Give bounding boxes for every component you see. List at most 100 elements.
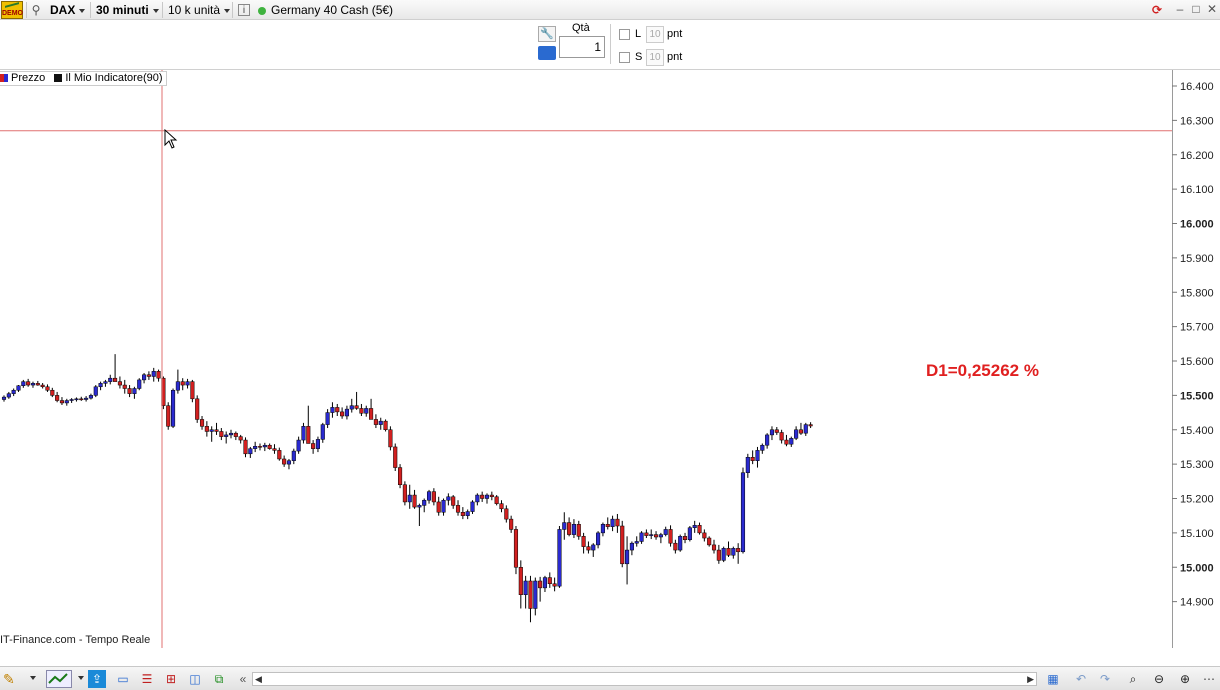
- undo-icon[interactable]: ↶: [1072, 670, 1090, 688]
- candle-down: [238, 436, 243, 441]
- candle-up: [344, 408, 349, 417]
- redo-icon[interactable]: ↷: [1096, 670, 1114, 688]
- zoom-fit-icon[interactable]: ⌕: [1124, 670, 1142, 688]
- candle-down: [214, 429, 219, 432]
- candle-down: [736, 548, 741, 553]
- price-tick-label: 16.300: [1180, 115, 1214, 127]
- candle-up: [446, 496, 451, 501]
- price-swatch: [0, 74, 8, 82]
- plot-background: [0, 70, 1172, 648]
- candle-up: [209, 429, 214, 432]
- limit-points-input[interactable]: 10: [646, 26, 664, 43]
- price-tick-label: 15.500: [1180, 390, 1214, 402]
- candle-up: [789, 438, 794, 445]
- candle-down: [59, 400, 65, 404]
- candle-up: [291, 450, 296, 461]
- scroll-left-icon[interactable]: ◀: [255, 674, 262, 685]
- candle-up: [557, 529, 562, 587]
- candle-down: [383, 420, 388, 430]
- candle-up: [74, 398, 79, 401]
- candle-up: [286, 460, 292, 465]
- candle-up: [151, 371, 156, 377]
- candle-down: [272, 448, 277, 451]
- price-tick-label: 16.000: [1180, 219, 1214, 231]
- legend-indicator[interactable]: Il Mio Indicatore(90): [65, 72, 162, 84]
- candle-down: [779, 432, 784, 441]
- price-axis: 16.400 16.300 16.200 16.100 16.000 15.900 15.8…: [1172, 70, 1220, 648]
- keypad-icon[interactable]: [538, 46, 556, 60]
- stop-checkbox[interactable]: [619, 52, 630, 63]
- candle-up: [629, 542, 634, 551]
- draw-tool-icon[interactable]: ✎: [3, 670, 21, 688]
- scroll-start-icon[interactable]: «: [234, 670, 252, 688]
- candle-down: [340, 411, 345, 417]
- scroll-right-icon[interactable]: ▶: [1027, 674, 1034, 685]
- candle-up: [625, 549, 630, 565]
- units-selector[interactable]: 10 k unità: [168, 0, 231, 20]
- candle-up: [755, 450, 760, 461]
- candle-up: [769, 429, 775, 436]
- list-icon[interactable]: ☰: [138, 670, 156, 688]
- candle-down: [726, 548, 731, 556]
- horizontal-scrollbar[interactable]: ◀ ▶: [252, 672, 1037, 686]
- minimize-button[interactable]: –: [1172, 0, 1188, 20]
- indicators-icon[interactable]: ⊞: [162, 670, 180, 688]
- draw-menu-chevron-icon[interactable]: [26, 670, 36, 688]
- alert-icon[interactable]: ⧉: [210, 670, 228, 688]
- candle-up: [591, 544, 596, 551]
- candle-up: [721, 548, 726, 561]
- candle-down: [233, 432, 238, 437]
- demo-logo: DEMO: [1, 1, 23, 19]
- candle-up: [745, 457, 750, 473]
- chart-type-icon[interactable]: [46, 670, 72, 688]
- candle-up: [417, 505, 422, 508]
- instrument-search-icon[interactable]: ⚲: [29, 0, 43, 20]
- price-chart[interactable]: 16.27015.411,4gio 10-feb-2022 10.30 16.4…: [0, 70, 1220, 648]
- maximize-button[interactable]: □: [1188, 0, 1204, 20]
- candle-up: [21, 381, 26, 386]
- more-options-icon[interactable]: ⋯: [1200, 670, 1218, 688]
- candle-down: [257, 446, 263, 448]
- candle-up: [760, 444, 765, 451]
- candle-up: [562, 522, 567, 530]
- candle-down: [702, 532, 707, 539]
- candle-down: [243, 439, 248, 455]
- candle-up: [325, 412, 330, 425]
- candle-up: [93, 386, 98, 396]
- candle-up: [475, 494, 480, 503]
- candle-up: [228, 432, 234, 436]
- candle-down: [552, 583, 557, 587]
- legend-price[interactable]: Prezzo: [11, 72, 45, 84]
- share-icon[interactable]: ⇪: [88, 670, 106, 688]
- instrument-selector[interactable]: DAX: [50, 0, 86, 20]
- close-button[interactable]: ✕: [1204, 0, 1220, 20]
- qty-input[interactable]: 1: [559, 36, 605, 58]
- candle-up: [253, 446, 258, 449]
- candle-up: [296, 439, 301, 452]
- settings-wrench-icon[interactable]: 🔧: [538, 26, 556, 42]
- candle-up: [364, 408, 369, 414]
- comment-icon[interactable]: ▭: [114, 670, 132, 688]
- candle-up: [765, 434, 770, 446]
- candle-up: [98, 383, 103, 388]
- stop-points-input[interactable]: 10: [646, 49, 664, 66]
- candle-down: [774, 429, 779, 433]
- limit-checkbox[interactable]: [619, 29, 630, 40]
- timeframe-label: 30 minuti: [96, 3, 149, 17]
- refresh-icon[interactable]: ⟳: [1146, 0, 1168, 20]
- timeframe-selector[interactable]: 30 minuti: [96, 0, 159, 20]
- candle-up: [639, 532, 644, 542]
- panel-separator: [610, 24, 611, 64]
- stop-unit: pnt: [667, 51, 683, 63]
- candle-down: [282, 458, 287, 465]
- zoom-in-icon[interactable]: ⊕: [1176, 670, 1194, 688]
- info-button[interactable]: i: [238, 4, 250, 16]
- candle-up: [678, 536, 683, 551]
- zoom-out-icon[interactable]: ⊖: [1150, 670, 1168, 688]
- mouse-cursor-icon: [164, 129, 178, 149]
- compare-icon[interactable]: ◫: [186, 670, 204, 688]
- d1-annotation: D1=0,25262 %: [926, 361, 1039, 380]
- candle-up: [64, 400, 69, 404]
- calendar-icon[interactable]: ▦: [1044, 670, 1062, 688]
- chart-type-chevron-icon[interactable]: [74, 670, 84, 688]
